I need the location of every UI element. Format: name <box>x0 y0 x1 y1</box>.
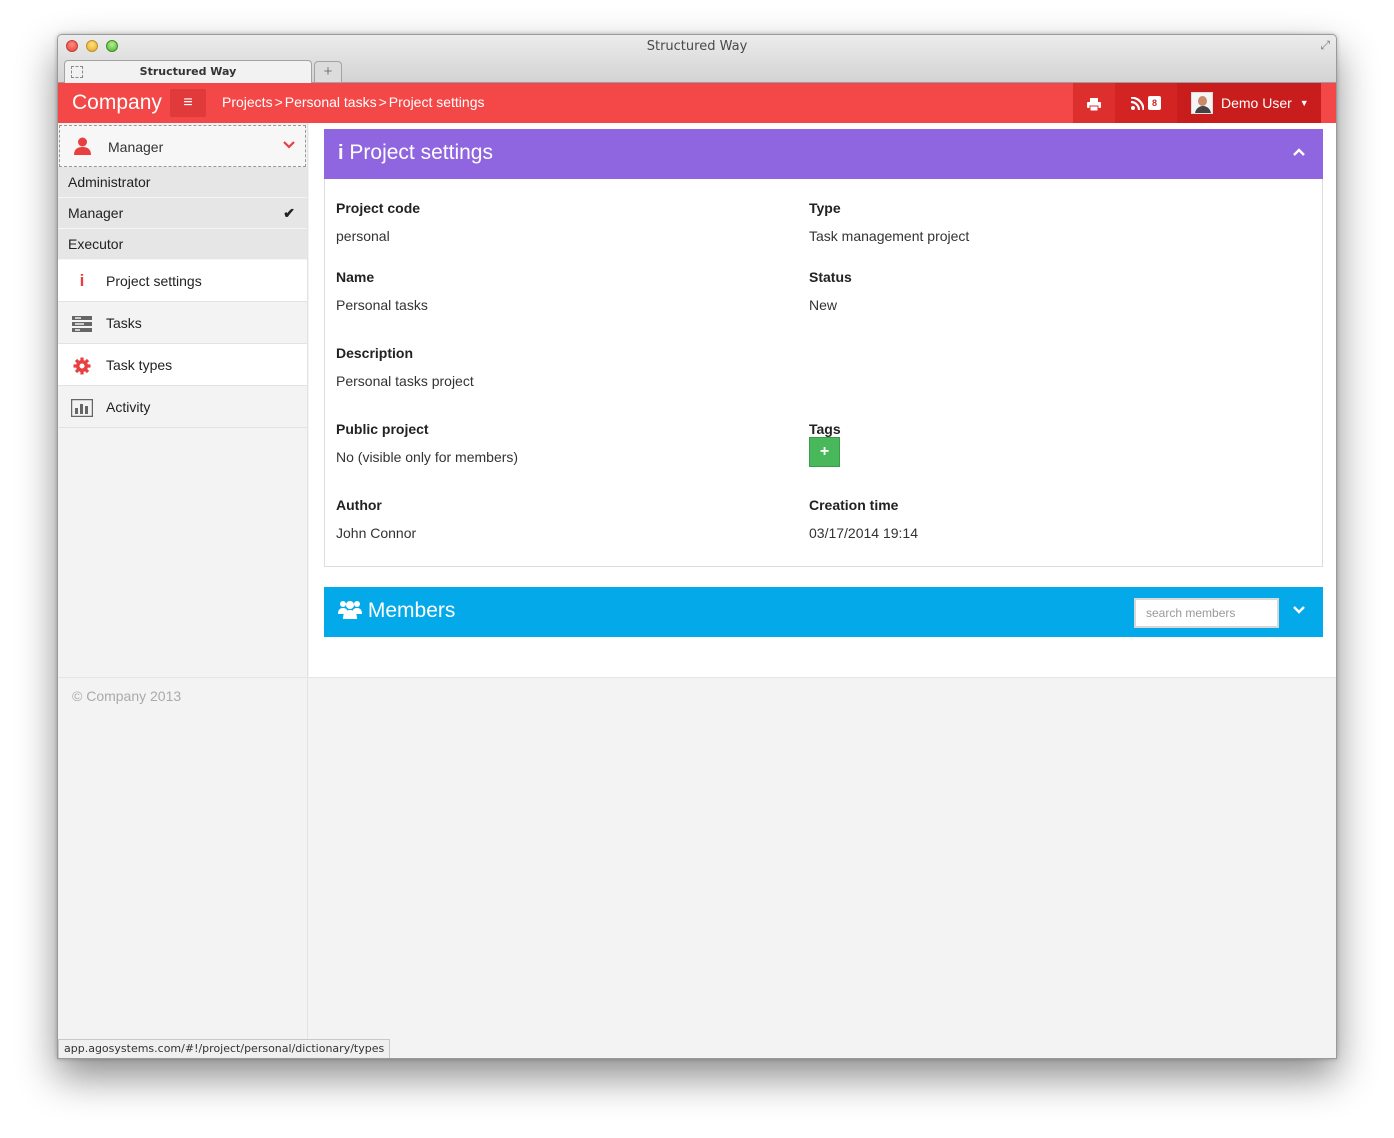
chevron-down-icon[interactable] <box>1293 601 1305 617</box>
members-header[interactable]: Members <box>324 587 1323 637</box>
role-option-administrator[interactable]: Administrator <box>58 167 307 198</box>
user-menu-button[interactable]: Demo User ▼ <box>1177 83 1321 123</box>
window-title: Structured Way <box>646 39 748 54</box>
search-members-input[interactable] <box>1134 598 1279 628</box>
status-value: New <box>809 297 838 313</box>
avatar <box>1191 92 1213 114</box>
breadcrumb-personal-tasks[interactable]: Personal tasks <box>285 94 377 110</box>
browser-window: Structured Way ⤢ Structured Way + Compan… <box>57 34 1337 1059</box>
caret-down-icon: ▼ <box>1299 98 1309 108</box>
name-value: Personal tasks <box>336 297 428 313</box>
main-content: i Project settings Project code personal… <box>309 123 1336 677</box>
print-button[interactable] <box>1073 83 1115 123</box>
print-icon <box>1087 97 1101 112</box>
project-settings-body: Project code personal Type Task manageme… <box>324 179 1323 567</box>
role-label: Administrator <box>68 174 151 190</box>
notification-count-badge: 8 <box>1147 96 1161 110</box>
sidebar-item-label: Task types <box>106 357 173 373</box>
info-icon: i <box>79 271 85 290</box>
role-option-manager[interactable]: Manager ✔ <box>58 198 307 229</box>
breadcrumb-separator: > <box>274 94 283 110</box>
sidebar-item-tasks[interactable]: Tasks <box>58 302 307 344</box>
sidebar-item-project-settings[interactable]: i Project settings <box>58 260 307 302</box>
description-label: Description <box>336 345 414 361</box>
creation-time-value: 03/17/2014 19:14 <box>809 525 918 541</box>
status-bar-url: app.agosystems.com/#!/project/personal/d… <box>58 1039 391 1058</box>
sidebar-item-label: Project settings <box>106 273 202 289</box>
project-settings-header[interactable]: i Project settings <box>324 129 1323 179</box>
copyright: © Company 2013 <box>72 688 182 704</box>
brand-logo[interactable]: Company <box>72 91 162 115</box>
user-name: Demo User <box>1221 95 1292 111</box>
type-value: Task management project <box>809 228 970 244</box>
gear-icon <box>70 344 94 386</box>
panel-title-text: Project settings <box>349 141 493 164</box>
chevron-down-icon <box>283 136 295 152</box>
panel-title: Members <box>338 599 455 623</box>
tab-title: Structured Way <box>139 65 237 78</box>
rss-icon <box>1130 96 1144 110</box>
info-icon: i <box>338 142 344 164</box>
breadcrumb: Projects > Personal tasks > Project settings <box>222 94 485 110</box>
panel-title-text: Members <box>367 599 456 622</box>
add-tag-button[interactable]: + <box>809 437 840 467</box>
fullscreen-icon[interactable]: ⤢ <box>1320 38 1330 53</box>
hamburger-icon: ≡ <box>183 94 193 111</box>
footer-divider <box>58 677 1336 678</box>
chart-icon <box>70 386 94 428</box>
project-code-value: personal <box>336 228 390 244</box>
tasks-icon <box>70 302 94 344</box>
author-value: John Connor <box>336 525 417 541</box>
status-label: Status <box>809 269 852 285</box>
project-settings-panel: i Project settings Project code personal… <box>324 129 1323 567</box>
role-label: Manager <box>68 205 124 221</box>
sidebar-item-task-types[interactable]: Task types <box>58 344 307 386</box>
description-value: Personal tasks project <box>336 373 474 389</box>
menu-toggle-button[interactable]: ≡ <box>170 89 206 117</box>
creation-time-label: Creation time <box>809 497 899 513</box>
checkmark-icon: ✔ <box>283 205 295 221</box>
author-label: Author <box>336 497 382 513</box>
navbar-actions: 8 Demo User ▼ <box>1073 83 1321 123</box>
public-project-label: Public project <box>336 421 429 437</box>
sidebar-item-activity[interactable]: Activity <box>58 386 307 428</box>
new-tab-button[interactable]: + <box>314 61 342 83</box>
favicon-icon <box>71 66 83 78</box>
breadcrumb-project-settings: Project settings <box>388 94 485 110</box>
role-label: Executor <box>68 236 124 252</box>
name-label: Name <box>336 269 375 285</box>
top-navbar: Company ≡ Projects > Personal tasks > Projec… <box>58 83 1336 123</box>
breadcrumb-separator: > <box>378 94 387 110</box>
browser-tab[interactable]: Structured Way <box>64 60 312 83</box>
type-label: Type <box>809 200 841 216</box>
sidebar: Manager Administrator Manager ✔ Executor … <box>58 123 308 1058</box>
role-option-executor[interactable]: Executor <box>58 229 307 260</box>
role-dropdown[interactable]: Manager <box>59 125 306 167</box>
public-project-value: No (visible only for members) <box>336 449 519 465</box>
breadcrumb-projects[interactable]: Projects <box>222 94 273 110</box>
user-icon <box>74 137 91 160</box>
plus-icon: + <box>819 443 830 460</box>
chevron-up-icon[interactable] <box>1293 143 1305 159</box>
panel-title: i Project settings <box>338 141 493 165</box>
notifications-button[interactable]: 8 <box>1115 83 1177 123</box>
sidebar-item-label: Tasks <box>106 315 142 331</box>
sidebar-item-label: Activity <box>106 399 151 415</box>
role-dropdown-value: Manager <box>108 139 164 155</box>
tags-label: Tags <box>809 421 841 437</box>
project-code-label: Project code <box>336 200 421 216</box>
members-panel: Members <box>324 587 1323 637</box>
title-bar: Structured Way ⤢ Structured Way + <box>58 35 1336 83</box>
users-icon <box>338 601 362 619</box>
